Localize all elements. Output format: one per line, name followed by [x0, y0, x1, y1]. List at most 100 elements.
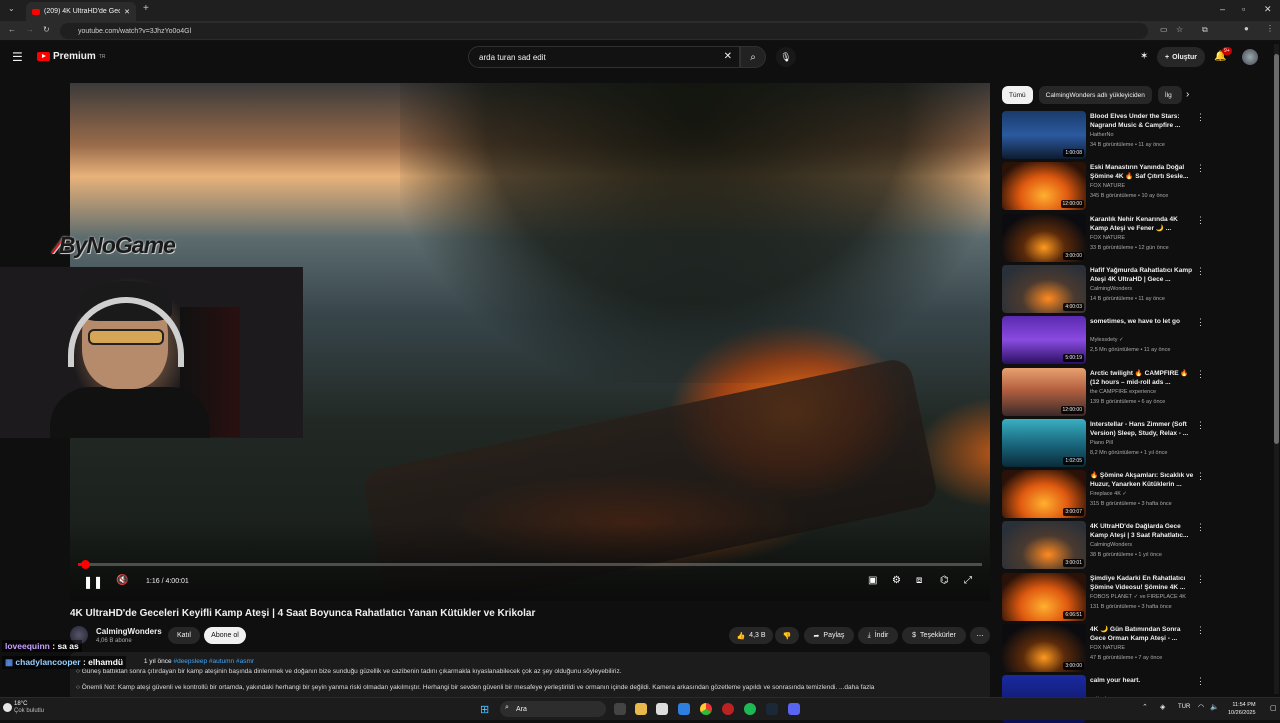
recommendation-item[interactable]: 3:00:00 Karanlık Nehir Kenarında 4K Kamp … [1002, 213, 1207, 262]
create-button[interactable]: + Oluştur [1157, 47, 1205, 67]
recommendation-title[interactable]: 4K UltraHD'de Dağlarda Gece Kamp Ateşi |… [1090, 522, 1194, 540]
recommendation-channel[interactable]: the CAMPFIRE experience [1090, 389, 1156, 395]
new-tab-icon[interactable]: + [143, 3, 149, 14]
recommendation-thumbnail[interactable]: 12:00:00 [1002, 367, 1086, 416]
recommendation-thumbnail[interactable]: 3:00:00 [1002, 213, 1086, 262]
recommendation-title[interactable]: Arctic twilight 🔥 CAMPFIRE 🔥 (12 hours –… [1090, 369, 1194, 387]
recommendation-thumbnail[interactable]: 6:06:51 [1002, 572, 1086, 621]
more-options-icon[interactable]: ⋮ [1196, 420, 1205, 431]
progress-bar[interactable] [78, 560, 982, 569]
steam-icon[interactable] [766, 703, 778, 715]
tray-chevron-icon[interactable]: ⌃ [1142, 703, 1148, 711]
mute-icon[interactable]: 🔇 [116, 575, 128, 586]
recommendation-channel[interactable]: FOX NATURE [1090, 183, 1125, 189]
more-options-icon[interactable]: ⋮ [1196, 574, 1205, 585]
recommendation-title[interactable]: Eski Manastırın Yanında Doğal Şömine 4K … [1090, 163, 1194, 181]
recommendation-title[interactable]: Şimdiye Kadarki En Rahatlatıcı Şömine Vi… [1090, 574, 1194, 592]
recommendation-item[interactable]: 3:00:00 4K 🌙 Gün Batımından Sonra Gece Or… [1002, 624, 1207, 672]
task-view-icon[interactable] [614, 703, 626, 715]
more-options-icon[interactable]: ⋮ [1196, 163, 1205, 174]
recommendation-thumbnail[interactable]: 3:00:01 [1002, 521, 1086, 570]
weather-cloud-icon[interactable] [3, 703, 12, 712]
weather-widget[interactable]: 18°C Çok bulutlu [14, 701, 44, 715]
recommendation-title[interactable]: Blood Elves Under the Stars: Nagrand Mus… [1090, 112, 1194, 130]
recommendation-channel[interactable]: FOX NATURE [1090, 235, 1125, 241]
more-actions-button[interactable]: ⋯ [970, 627, 990, 644]
settings-gear-icon[interactable]: ⚙ [892, 575, 901, 586]
recommendation-item[interactable]: 12:00:00 Eski Manastırın Yanında Doğal Şö… [1002, 162, 1207, 211]
recommendation-channel[interactable]: Fireplace 4K ✓ [1090, 491, 1127, 497]
app-red-icon[interactable] [722, 703, 734, 715]
more-options-icon[interactable]: ⋮ [1196, 625, 1205, 636]
recommendation-channel[interactable]: CalmingWonders [1090, 542, 1132, 548]
tray-app-icon[interactable]: ◈ [1160, 703, 1165, 711]
reload-icon[interactable]: ↻ [43, 25, 50, 34]
recommendation-thumbnail[interactable]: 1:00:08 [1002, 111, 1086, 159]
recommendation-title[interactable]: calm your heart. [1090, 676, 1194, 685]
bookmark-star-icon[interactable]: ☆ [1176, 25, 1183, 34]
voice-search-button[interactable]: 🎙 [776, 47, 796, 67]
recommendation-channel[interactable]: Mylessdety ✓ [1090, 337, 1124, 343]
recommendation-item[interactable]: 1:00:08 Blood Elves Under the Stars: Nagr… [1002, 111, 1207, 159]
mail-icon[interactable] [678, 703, 690, 715]
account-avatar[interactable] [1242, 49, 1258, 65]
pause-icon[interactable]: ❚❚ [83, 575, 103, 589]
more-options-icon[interactable]: ⋮ [1196, 266, 1205, 277]
chrome-icon[interactable] [700, 703, 712, 715]
extensions-icon[interactable]: ⧉ [1202, 25, 1208, 35]
recommendation-channel[interactable]: CalmingWonders [1090, 286, 1132, 292]
more-options-icon[interactable]: ⋮ [1196, 369, 1205, 380]
recommendation-title[interactable]: Interstellar - Hans Zimmer (Soft Version… [1090, 420, 1194, 438]
tab-search-icon[interactable]: ⌄ [8, 4, 15, 13]
recommendation-item[interactable]: 3:00:07 🔥 Şömine Akşamları: Sıcaklık ve H… [1002, 470, 1207, 519]
forward-icon[interactable]: → [26, 25, 34, 34]
more-options-icon[interactable]: ⋮ [1196, 522, 1205, 533]
recommendation-channel[interactable]: HatherNo [1090, 132, 1114, 138]
share-button[interactable]: ➦ Paylaş [804, 627, 854, 644]
recommendation-item[interactable]: 5:00:19 sometimes, we have to let go Myles… [1002, 316, 1207, 365]
scrollbar[interactable] [1274, 44, 1279, 694]
subscribe-button[interactable]: Abone ol [204, 627, 246, 644]
search-input[interactable]: arda turan sad edit ✕ [468, 46, 740, 68]
maximize-icon[interactable]: ▫ [1242, 4, 1245, 14]
taskbar-search[interactable]: ⌕ Ara [500, 701, 606, 717]
close-window-icon[interactable]: ✕ [1264, 4, 1272, 15]
file-explorer-icon[interactable] [635, 703, 647, 715]
miniplayer-icon[interactable]: ⧈ [916, 575, 922, 586]
download-button[interactable]: ⤓ İndir [858, 627, 898, 644]
cast-icon[interactable]: ⌬ [940, 575, 949, 586]
more-options-icon[interactable]: ⋮ [1196, 215, 1205, 226]
search-button[interactable]: ⌕ [740, 46, 766, 68]
wifi-icon[interactable]: ◠ [1198, 703, 1204, 711]
recommendation-item[interactable]: 1:02:05 Interstellar - Hans Zimmer (Soft … [1002, 418, 1207, 467]
recommendation-title[interactable]: Karanlık Nehir Kenarında 4K Kamp Ateşi v… [1090, 215, 1194, 233]
minimize-icon[interactable]: – [1220, 4, 1225, 14]
recommendation-thumbnail[interactable]: 3:00:00 [1002, 624, 1086, 672]
recommendation-item[interactable]: 6:06:51 Şimdiye Kadarki En Rahatlatıcı Şö… [1002, 572, 1207, 621]
spotify-icon[interactable] [744, 703, 756, 715]
youtube-logo[interactable]: Premium TR [37, 51, 105, 62]
scrollbar-thumb[interactable] [1274, 54, 1279, 444]
channel-name[interactable]: CalmingWonders [96, 627, 162, 636]
recommendation-title[interactable]: 4K 🌙 Gün Batımından Sonra Gece Orman Kam… [1090, 625, 1194, 643]
recommendation-channel[interactable]: FOBOS PLANET ✓ ve FIREPLACE 4K [1090, 594, 1186, 600]
back-icon[interactable]: ← [8, 25, 16, 34]
close-tab-icon[interactable]: ✕ [124, 8, 130, 16]
more-options-icon[interactable]: ⋮ [1196, 112, 1205, 123]
taskbar-clock[interactable]: 11:54 PM 10/26/2025 [1228, 701, 1256, 717]
thanks-button[interactable]: $ Teşekkürler [902, 627, 966, 644]
url-field[interactable]: youtube.com/watch?v=3JhzYo0o4Gl [60, 23, 1148, 39]
recommendation-item[interactable]: 4:00:03 Hafif Yağmurda Rahatlatıcı Kamp A… [1002, 264, 1207, 313]
description-box[interactable]: 1 yıl önce #deepsleep #autumn #asmr ○ Gü… [70, 652, 990, 700]
recommendation-thumbnail[interactable]: 4:00:03 [1002, 264, 1086, 313]
recommendation-thumbnail[interactable]: 3:00:07 [1002, 470, 1086, 519]
cast-party-icon[interactable]: ✶ [1140, 51, 1148, 62]
browser-tab[interactable]: (209) 4K UltraHD'de Geceleri K ✕ [26, 2, 136, 21]
menu-dots-icon[interactable]: ⋮ [1266, 24, 1274, 33]
start-windows-icon[interactable]: ⊞ [480, 703, 489, 716]
volume-icon[interactable]: 🔈 [1210, 703, 1219, 711]
more-options-icon[interactable]: ⋮ [1196, 471, 1205, 482]
language-indicator[interactable]: TUR [1178, 704, 1190, 710]
hamburger-menu-icon[interactable]: ☰ [12, 50, 23, 64]
recommendation-channel[interactable]: FOX NATURE [1090, 645, 1125, 651]
